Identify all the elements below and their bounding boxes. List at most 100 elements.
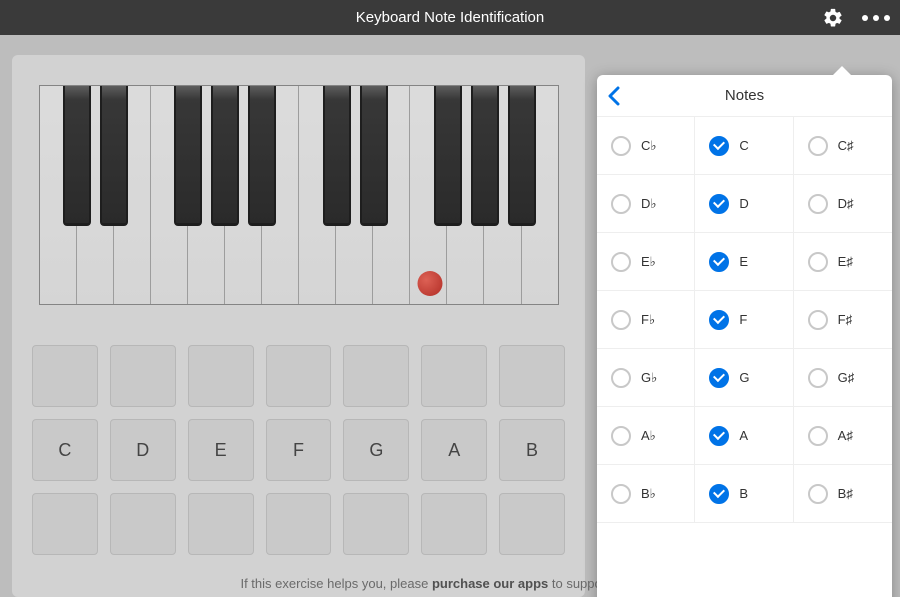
radio-unchecked-icon xyxy=(808,310,828,330)
note-option[interactable]: F♯ xyxy=(794,291,892,349)
black-key[interactable] xyxy=(508,86,536,226)
answer-blank[interactable] xyxy=(499,493,565,555)
note-option[interactable]: F♭ xyxy=(597,291,695,349)
popover-header: Notes xyxy=(597,75,892,117)
answer-blank[interactable] xyxy=(343,345,409,407)
note-label: A♯ xyxy=(838,428,853,443)
note-label: C♭ xyxy=(641,138,657,154)
note-label: F♭ xyxy=(641,312,655,328)
note-option[interactable]: B xyxy=(695,465,793,523)
note-label: B♯ xyxy=(838,486,853,501)
note-label: G xyxy=(739,370,749,385)
note-label: D xyxy=(739,196,748,211)
note-option[interactable]: C xyxy=(695,117,793,175)
answer-b[interactable]: B xyxy=(499,419,565,481)
radio-unchecked-icon xyxy=(611,310,631,330)
radio-unchecked-icon xyxy=(611,136,631,156)
note-option[interactable]: B♭ xyxy=(597,465,695,523)
radio-unchecked-icon xyxy=(611,368,631,388)
note-table: C♭ CC♯ D♭ D D♯ E♭ E E♯ F♭ F F♯ G♭ G G♯ A♭ A A♯ B♭ B B♯ xyxy=(597,117,892,523)
black-key[interactable] xyxy=(434,86,462,226)
answer-blank[interactable] xyxy=(266,345,332,407)
radio-unchecked-icon xyxy=(611,252,631,272)
footer-pre: If this exercise helps you, please xyxy=(240,576,432,591)
answer-e[interactable]: E xyxy=(188,419,254,481)
answer-a[interactable]: A xyxy=(421,419,487,481)
note-option[interactable]: C♭ xyxy=(597,117,695,175)
black-key[interactable] xyxy=(323,86,351,226)
black-key[interactable] xyxy=(471,86,499,226)
answer-g[interactable]: G xyxy=(343,419,409,481)
note-option[interactable]: A♯ xyxy=(794,407,892,465)
popover-body[interactable]: C♭ CC♯ D♭ D D♯ E♭ E E♯ F♭ F F♯ G♭ G G♯ A♭ A A♯ B♭ B B♯ xyxy=(597,117,892,597)
radio-unchecked-icon xyxy=(611,484,631,504)
radio-checked-icon xyxy=(709,252,729,272)
note-label: D♭ xyxy=(641,196,657,212)
note-label: A xyxy=(739,428,748,443)
note-option[interactable]: E♭ xyxy=(597,233,695,291)
answer-blank[interactable] xyxy=(188,493,254,555)
note-label: B xyxy=(739,486,748,501)
black-key[interactable] xyxy=(248,86,276,226)
page-title: Keyboard Note Identification xyxy=(356,9,544,26)
note-option[interactable]: A♭ xyxy=(597,407,695,465)
answer-blank[interactable] xyxy=(32,493,98,555)
black-key[interactable] xyxy=(174,86,202,226)
note-label: B♭ xyxy=(641,486,656,502)
black-key[interactable] xyxy=(100,86,128,226)
app-root: Keyboard Note Identification CDEFGAB If … xyxy=(0,0,900,597)
answer-blank[interactable] xyxy=(343,493,409,555)
note-label: E xyxy=(739,254,748,269)
note-option[interactable]: C♯ xyxy=(794,117,892,175)
answer-c[interactable]: C xyxy=(32,419,98,481)
header: Keyboard Note Identification xyxy=(0,0,900,35)
note-label: A♭ xyxy=(641,428,656,444)
radio-checked-icon xyxy=(709,136,729,156)
radio-unchecked-icon xyxy=(808,426,828,446)
note-label: G♯ xyxy=(838,370,855,385)
answer-blank[interactable] xyxy=(421,345,487,407)
black-key[interactable] xyxy=(211,86,239,226)
note-option[interactable]: D♯ xyxy=(794,175,892,233)
note-option[interactable]: B♯ xyxy=(794,465,892,523)
notes-popover: Notes C♭ CC♯ D♭ D D♯ E♭ E E♯ F♭ F F♯ G♭ G G♯ A♭ A A♯ B♭ B B… xyxy=(597,75,892,597)
note-option[interactable]: E xyxy=(695,233,793,291)
gear-icon[interactable] xyxy=(822,7,844,29)
answer-grid: CDEFGAB xyxy=(32,345,565,555)
note-option[interactable]: A xyxy=(695,407,793,465)
piano xyxy=(39,85,559,305)
answer-d[interactable]: D xyxy=(110,419,176,481)
note-label: E♭ xyxy=(641,254,656,270)
note-option[interactable]: D♭ xyxy=(597,175,695,233)
note-option[interactable]: G♭ xyxy=(597,349,695,407)
answer-blank[interactable] xyxy=(266,493,332,555)
answer-blank[interactable] xyxy=(110,345,176,407)
back-button[interactable] xyxy=(607,75,621,117)
note-option[interactable]: D xyxy=(695,175,793,233)
black-key[interactable] xyxy=(360,86,388,226)
header-actions xyxy=(822,0,890,35)
answer-blank[interactable] xyxy=(110,493,176,555)
stage: CDEFGAB If this exercise helps you, plea… xyxy=(0,35,900,597)
radio-checked-icon xyxy=(709,194,729,214)
note-label: F xyxy=(739,312,747,327)
more-icon[interactable] xyxy=(862,15,890,21)
footer-link[interactable]: purchase our apps xyxy=(432,576,548,591)
note-option[interactable]: F xyxy=(695,291,793,349)
answer-f[interactable]: F xyxy=(266,419,332,481)
black-key[interactable] xyxy=(63,86,91,226)
note-option[interactable]: G xyxy=(695,349,793,407)
note-option[interactable]: E♯ xyxy=(794,233,892,291)
answer-blank[interactable] xyxy=(421,493,487,555)
note-option[interactable]: G♯ xyxy=(794,349,892,407)
note-label: D♯ xyxy=(838,196,854,211)
answer-blank[interactable] xyxy=(32,345,98,407)
answer-blank[interactable] xyxy=(188,345,254,407)
radio-unchecked-icon xyxy=(808,136,828,156)
radio-checked-icon xyxy=(709,368,729,388)
radio-unchecked-icon xyxy=(808,368,828,388)
answer-blank[interactable] xyxy=(499,345,565,407)
note-label: E♯ xyxy=(838,254,853,269)
note-label: G♭ xyxy=(641,370,657,386)
radio-checked-icon xyxy=(709,426,729,446)
